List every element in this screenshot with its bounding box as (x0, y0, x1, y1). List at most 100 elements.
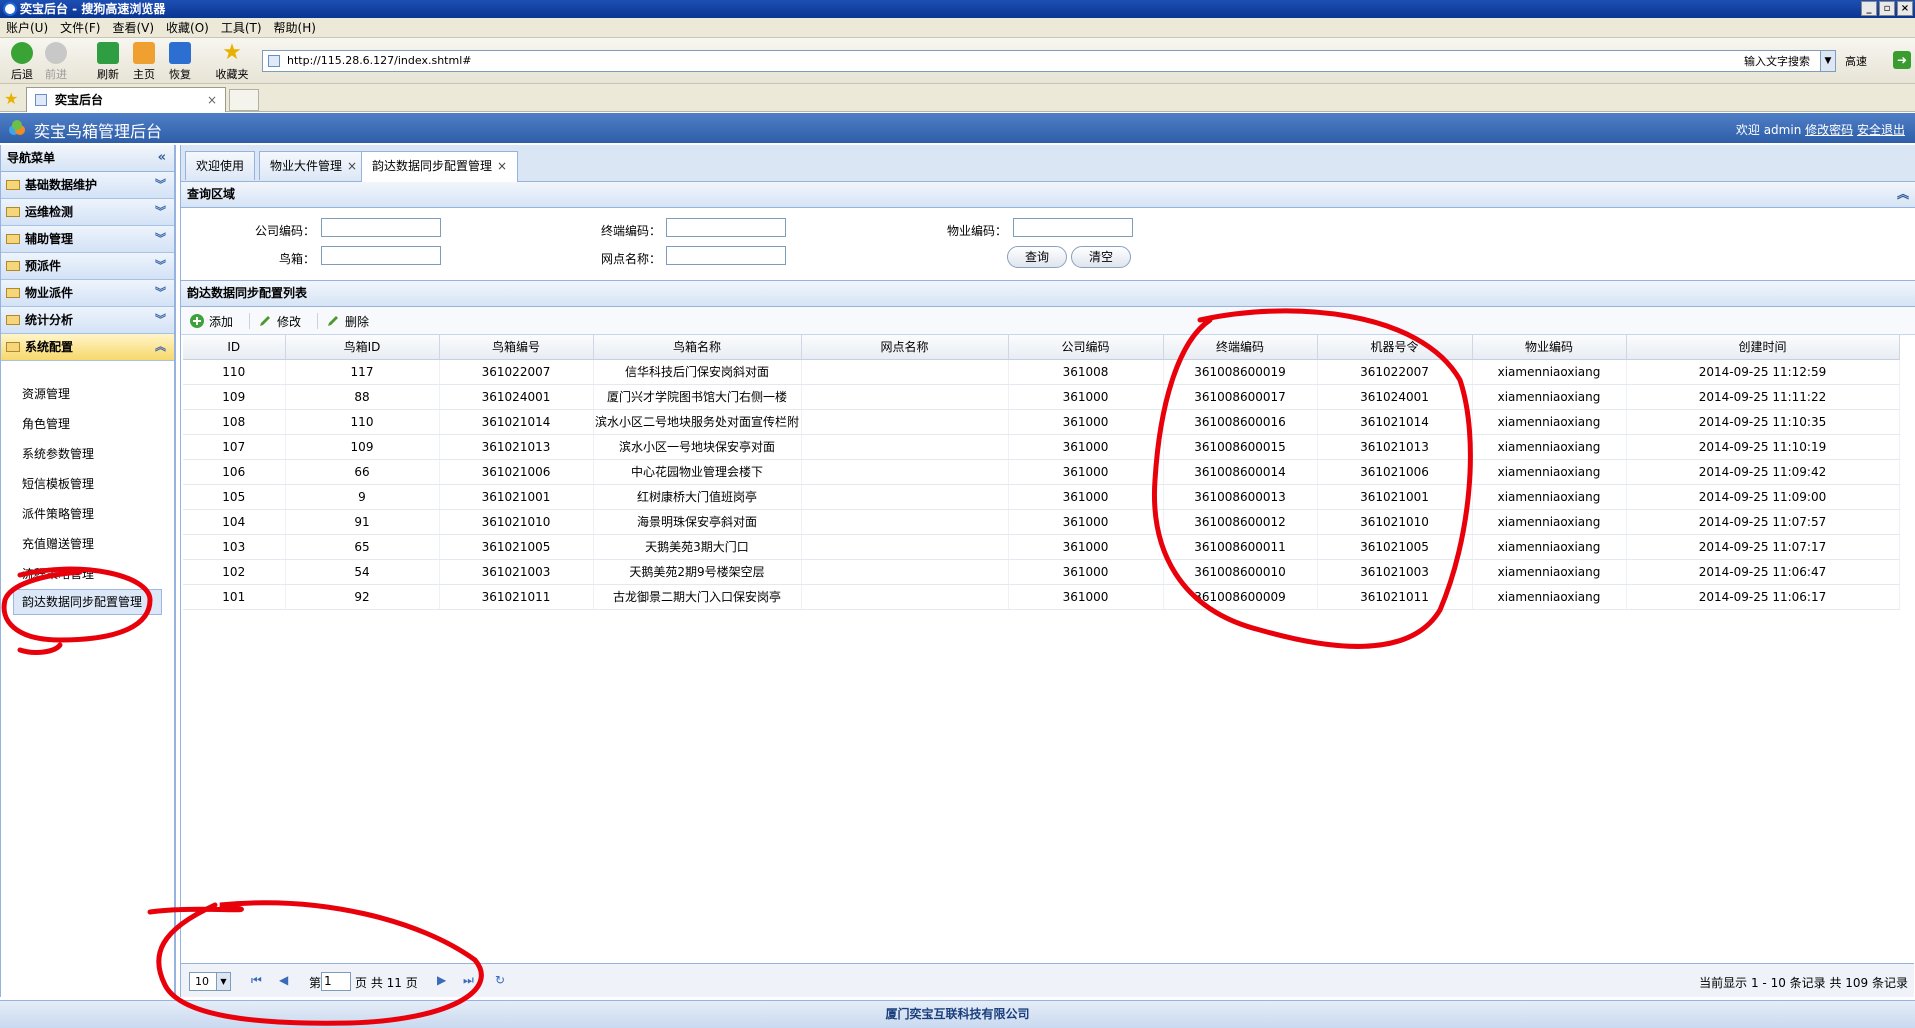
page-size-select[interactable]: 10 ▼ (189, 972, 231, 991)
table-row[interactable]: 101 92 361021011 古龙御景二期大门入口保安岗亭 361000 361008… (183, 584, 1900, 610)
tab-property-large[interactable]: 物业大件管理 × (259, 151, 369, 180)
col-company-code[interactable]: 公司编码 (1008, 335, 1164, 360)
speed-mode[interactable]: 高速 (1845, 53, 1867, 69)
sidebar-item-sys-params[interactable]: 系统参数管理 (1, 439, 174, 469)
last-page-icon[interactable]: ⏭ (463, 973, 474, 988)
sidebar-item-flow-strategy[interactable]: 流程策略管理 (1, 559, 174, 589)
table-row[interactable]: 107 109 361021013 滨水小区一号地块保安亭对面 361000 361008… (183, 434, 1900, 460)
terminal-code-input[interactable] (666, 218, 786, 237)
app-title: 奕宝鸟箱管理后台 (34, 122, 163, 141)
table-row[interactable]: 106 66 361021006 中心花园物业管理会楼下 361000 361008600… (183, 459, 1900, 485)
favorites-button[interactable]: ★ 收藏夹 (212, 42, 252, 82)
sidebar-item-sms-templates[interactable]: 短信模板管理 (1, 469, 174, 499)
address-bar[interactable]: http://115.28.6.127/index.shtml# (262, 50, 1834, 72)
menu-tools[interactable]: 工具(T) (221, 19, 262, 36)
forward-button[interactable]: 前进 (36, 42, 76, 82)
delete-button[interactable]: 删除 (325, 313, 369, 330)
col-box-name[interactable]: 鸟箱名称 (593, 335, 802, 360)
col-site-name[interactable]: 网点名称 (801, 335, 1009, 360)
sidebar-group-basic-data[interactable]: 基础数据维护 ︾ (1, 172, 174, 199)
next-page-icon[interactable]: ▶ (437, 973, 446, 987)
col-property-code[interactable]: 物业编码 (1472, 335, 1627, 360)
col-box-id[interactable]: 鸟箱ID (285, 335, 440, 360)
chevron-down-icon: ▼ (216, 973, 230, 990)
logout-link[interactable]: 安全退出 (1857, 123, 1905, 137)
clear-button[interactable]: 清空 (1071, 246, 1131, 268)
browser-titlebar: 奕宝后台 - 搜狗高速浏览器 _ ▫ × (0, 0, 1915, 18)
menu-favorites[interactable]: 收藏(O) (166, 19, 209, 36)
sidebar-group-ops[interactable]: 运维检测 ︾ (1, 199, 174, 226)
first-page-icon[interactable]: ⏮ (251, 973, 262, 988)
sidebar-group-system-config[interactable]: 系统配置 ︽ (1, 334, 174, 361)
property-code-input[interactable] (1013, 218, 1133, 237)
table-row[interactable]: 105 9 361021001 红树康桥大门值班岗亭 361000 36100860001… (183, 484, 1900, 510)
menu-view[interactable]: 查看(V) (112, 19, 154, 36)
collapse-sidebar-icon[interactable]: « (158, 145, 166, 171)
home-button[interactable]: 主页 (124, 42, 164, 82)
favorites-star-icon[interactable]: ★ (4, 89, 18, 108)
minimize-icon[interactable]: _ (1861, 1, 1877, 16)
sidebar-item-recharge-gift[interactable]: 充值赠送管理 (1, 529, 174, 559)
add-button[interactable]: 添加 (189, 313, 233, 330)
table-row[interactable]: 109 88 361024001 厦门兴才学院图书馆大门右侧一楼 361000 36100… (183, 384, 1900, 410)
change-password-link[interactable]: 修改密码 (1805, 123, 1853, 137)
sidebar-group-property-dispatch[interactable]: 物业派件 ︾ (1, 280, 174, 307)
table-row[interactable]: 102 54 361021003 天鹅美苑2期9号楼架空层 361000 36100860… (183, 559, 1900, 585)
table-row[interactable]: 110 117 361022007 信华科技后门保安岗斜对面 361008 3610086… (183, 359, 1900, 385)
pencil-icon (260, 316, 270, 326)
sidebar-item-resources[interactable]: 资源管理 (1, 379, 174, 409)
search-button[interactable]: 查询 (1007, 246, 1067, 268)
tab-yunda-sync[interactable]: 韵达数据同步配置管理 × (361, 151, 519, 182)
collapse-up-icon[interactable]: ︽ (1897, 182, 1909, 207)
col-machine-code[interactable]: 机器号令 (1317, 335, 1473, 360)
menu-help[interactable]: 帮助(H) (274, 19, 316, 36)
close-icon[interactable]: × (1897, 1, 1913, 16)
reload-icon[interactable]: ↻ (495, 973, 505, 987)
prev-page-icon[interactable]: ◀ (279, 973, 288, 987)
table-row[interactable]: 108 110 361021014 滨水小区二号地块服务处对面宣传栏附 361000 36… (183, 409, 1900, 435)
col-box-number[interactable]: 鸟箱编号 (439, 335, 594, 360)
back-arrow-icon (11, 42, 33, 64)
table-row[interactable]: 104 91 361021010 海景明珠保安亭斜对面 361000 3610086000… (183, 509, 1900, 535)
restore-icon[interactable]: ▫ (1879, 1, 1895, 16)
tab-close-icon[interactable]: × (207, 88, 217, 112)
refresh-button[interactable]: 刷新 (88, 42, 128, 82)
property-code-label: 物业编码： (946, 224, 1007, 238)
page-icon (268, 55, 280, 67)
tab-close-icon[interactable]: × (347, 159, 357, 173)
grid-panel-header: 韵达数据同步配置列表 (181, 281, 1915, 307)
sidebar-group-stats[interactable]: 统计分析 ︾ (1, 307, 174, 334)
col-created-time[interactable]: 创建时间 (1626, 335, 1900, 360)
col-id[interactable]: ID (183, 335, 286, 360)
search-hint[interactable]: 输入文字搜索 (1744, 53, 1810, 69)
sidebar-group-aux[interactable]: 辅助管理 ︾ (1, 226, 174, 253)
tab-close-icon[interactable]: × (497, 159, 507, 173)
sidebar-item-dispatch-strategy[interactable]: 派件策略管理 (1, 499, 174, 529)
browser-tab[interactable]: 奕宝后台 × (26, 87, 226, 112)
query-area: 公司编码： 终端编码： 物业编码： 鸟箱： 网点名称： 查询 清空 (181, 208, 1915, 281)
search-dropdown-icon[interactable]: ▼ (1820, 50, 1836, 72)
sidebar-item-yunda-sync[interactable]: 韵达数据同步配置管理 (13, 589, 162, 615)
tab-welcome[interactable]: 欢迎使用 (185, 151, 256, 180)
sidebar-group-predispatch[interactable]: 预派件 ︾ (1, 253, 174, 280)
go-icon[interactable]: ➜ (1893, 51, 1911, 69)
table-row[interactable]: 103 65 361021005 天鹅美苑3期大门口 361000 36100860001… (183, 534, 1900, 560)
sidebar-item-roles[interactable]: 角色管理 (1, 409, 174, 439)
company-code-input[interactable] (321, 218, 441, 237)
col-terminal-code[interactable]: 终端编码 (1163, 335, 1318, 360)
edit-button[interactable]: 修改 (257, 313, 301, 330)
pagination-bar: 10 ▼ ⏮ ◀ 第 1 页 共 11 页 ▶ ⏭ ↻ 当前显示 1 - 10 条… (181, 963, 1914, 997)
home-icon (133, 42, 155, 64)
terminal-code-label: 终端编码： (600, 224, 661, 238)
page-number-input[interactable]: 1 (321, 972, 351, 991)
site-name-input[interactable] (666, 246, 786, 265)
new-tab-button[interactable] (229, 89, 259, 111)
page-total-text: 页 共 11 页 (355, 976, 418, 990)
menu-account[interactable]: 账户(U) (6, 19, 48, 36)
grid-header-row: ID 鸟箱ID 鸟箱编号 鸟箱名称 网点名称 公司编码 终端编码 机器号令 物业… (183, 335, 1900, 360)
envelope-icon (6, 288, 20, 298)
box-input[interactable] (321, 246, 441, 265)
menu-file[interactable]: 文件(F) (60, 19, 100, 36)
browser-menubar: 账户(U) 文件(F) 查看(V) 收藏(O) 工具(T) 帮助(H) (0, 18, 1915, 38)
restore-button[interactable]: 恢复 (160, 42, 200, 82)
